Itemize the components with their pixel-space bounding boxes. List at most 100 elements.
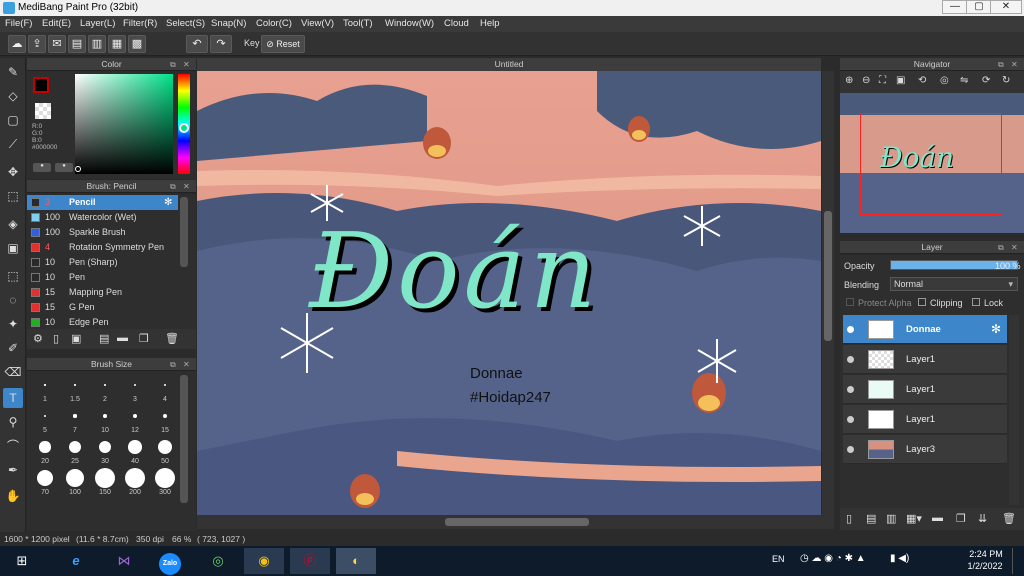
transparent-swatch[interactable] — [35, 103, 51, 119]
brush-size-option[interactable]: 1.5 — [61, 375, 89, 403]
marquee-tool-icon[interactable]: ⬚ — [3, 266, 23, 286]
brush-tool-icon[interactable]: ✎ — [3, 62, 23, 82]
menu-view[interactable]: View(V) — [301, 16, 334, 32]
brush-item[interactable]: 100 Watercolor (Wet) — [27, 210, 196, 225]
menu-snap[interactable]: Snap(N) — [211, 16, 246, 32]
visibility-icon[interactable] — [847, 356, 854, 363]
brush-add-icon[interactable]: ⚙ — [33, 332, 43, 345]
refresh-icon[interactable]: ↻ — [1002, 75, 1010, 86]
folder-icon[interactable]: ▬ — [932, 512, 943, 524]
brush-import-icon[interactable]: ▣ — [71, 332, 81, 345]
merge-layer-icon[interactable]: ⇊ — [978, 512, 987, 525]
ie-icon[interactable]: e — [56, 548, 96, 574]
brush-item[interactable]: 10 Edge Pen — [27, 315, 196, 329]
tiles-icon[interactable]: ▩ — [128, 35, 146, 53]
language-indicator[interactable]: EN — [772, 554, 785, 564]
duplicate-layer-icon[interactable]: ❐ — [956, 512, 966, 525]
brush-size-option[interactable]: 50 — [151, 437, 179, 465]
menu-file[interactable]: File(F) — [5, 16, 32, 32]
lasso-tool-icon[interactable]: ◌ — [3, 290, 23, 310]
menu-window[interactable]: Window(W) — [385, 16, 434, 32]
detach-icon[interactable]: ⧉ — [170, 358, 176, 371]
drawing-canvas[interactable]: Đoán Donnae #Hoidap247 — [197, 71, 821, 515]
layer-row[interactable]: Layer3 — [843, 435, 1007, 464]
brush-size-option[interactable]: 12 — [121, 406, 149, 434]
canvas-tab[interactable]: Untitled — [197, 58, 821, 71]
brush-item[interactable]: 3 Pencil ✻ — [27, 195, 178, 210]
close-button[interactable]: ✕ — [990, 0, 1022, 14]
rotate-reset-icon[interactable]: ◎ — [940, 75, 949, 86]
detach-icon[interactable]: ⧉ — [170, 180, 176, 193]
hand-tool-icon[interactable]: ✋ — [3, 486, 23, 506]
network-icon[interactable]: ▮ ◀) — [890, 553, 909, 564]
rotate-left-icon[interactable]: ⟲ — [918, 75, 926, 86]
brush-size-option[interactable]: 25 — [61, 437, 89, 465]
brush-item[interactable]: 100 Sparkle Brush — [27, 225, 196, 240]
document-icon[interactable]: ▥ — [88, 35, 106, 53]
menu-tool[interactable]: Tool(T) — [343, 16, 373, 32]
menu-cloud[interactable]: Cloud — [444, 16, 469, 32]
reset-button[interactable]: ⊘ Reset — [261, 35, 305, 53]
brush-item[interactable]: 10 Pen — [27, 270, 196, 285]
brush-size-option[interactable]: 2 — [91, 375, 119, 403]
gear-icon[interactable]: ✻ — [991, 322, 1001, 336]
brush-size-option[interactable]: 5 — [31, 406, 59, 434]
close-panel-icon[interactable]: ✕ — [1011, 241, 1018, 254]
comment-icon[interactable]: ✉ — [48, 35, 66, 53]
brush-size-option[interactable]: 10 — [91, 406, 119, 434]
brush-size-option[interactable]: 4 — [151, 375, 179, 403]
brush-size-option[interactable]: 3 — [121, 375, 149, 403]
move-tool-icon[interactable]: ✥ — [3, 162, 23, 182]
chrome-icon[interactable]: ◉ — [244, 548, 284, 574]
zoom-out-icon[interactable]: ⊖ — [862, 75, 870, 86]
menu-color[interactable]: Color(C) — [256, 16, 292, 32]
app-green-icon[interactable]: ◎ — [198, 548, 238, 574]
brush-size-option[interactable]: 70 — [31, 468, 59, 496]
color-saturation-field[interactable] — [75, 74, 173, 174]
brush-size-option[interactable]: 150 — [91, 468, 119, 496]
layer-list-scrollbar[interactable] — [1009, 315, 1019, 505]
redo-icon[interactable]: ↷ — [210, 35, 232, 53]
close-panel-icon[interactable]: ✕ — [183, 58, 190, 71]
brush-size-option[interactable]: 100 — [61, 468, 89, 496]
brush-list-scrollbar[interactable] — [180, 197, 188, 267]
zoom-in-icon[interactable]: ⊕ — [845, 75, 853, 86]
operation-tool-icon[interactable]: ⚲ — [3, 412, 23, 432]
lock-checkbox[interactable] — [972, 298, 980, 306]
menu-layer[interactable]: Layer(L) — [80, 16, 115, 32]
actual-size-icon[interactable]: ▣ — [896, 75, 905, 86]
delete-layer-icon[interactable]: 🗑 — [1002, 512, 1016, 525]
brush-size-option[interactable]: 200 — [121, 468, 149, 496]
color-picker-cursor[interactable] — [75, 166, 81, 172]
start-icon[interactable]: ⊞ — [2, 548, 42, 574]
visibility-icon[interactable] — [847, 416, 854, 423]
select-tool-icon[interactable]: ⬚ — [3, 186, 23, 206]
menu-help[interactable]: Help — [480, 16, 500, 32]
share-icon[interactable]: ⇪ — [28, 35, 46, 53]
brush-size-option[interactable]: 7 — [61, 406, 89, 434]
brush-duplicate-icon[interactable]: ❐ — [139, 332, 149, 345]
brush-new-icon[interactable]: ▯ — [53, 332, 59, 345]
close-panel-icon[interactable]: ✕ — [1011, 58, 1018, 71]
protect-alpha-checkbox[interactable] — [846, 298, 854, 306]
flip-icon[interactable]: ⇋ — [960, 75, 968, 86]
blending-select[interactable]: Normal ▾ — [890, 277, 1018, 291]
eyedropper-icon[interactable]: ✒ — [3, 460, 23, 480]
color-add-icon[interactable]: ● — [33, 163, 51, 172]
minimize-button[interactable]: — — [942, 0, 968, 14]
menu-filter[interactable]: Filter(R) — [123, 16, 157, 32]
brush-size-option[interactable]: 300 — [151, 468, 179, 496]
new-halftone-layer-icon[interactable]: ▤ — [866, 512, 876, 525]
visibility-icon[interactable] — [847, 386, 854, 393]
close-panel-icon[interactable]: ✕ — [183, 180, 190, 193]
brush-copy-icon[interactable]: ▤ — [99, 332, 109, 345]
rotate-right-icon[interactable]: ⟳ — [982, 75, 990, 86]
magic-wand-icon[interactable]: ✦ — [3, 314, 23, 334]
eraser-tool-icon[interactable]: ◇ — [3, 86, 23, 106]
zalo-icon[interactable]: Zalo — [150, 548, 190, 575]
horizontal-scrollbar[interactable] — [197, 515, 834, 529]
horizontal-scroll-thumb[interactable] — [445, 518, 589, 526]
maximize-button[interactable]: ▢ — [966, 0, 992, 14]
new-layer-icon[interactable]: ▯ — [846, 512, 852, 525]
detach-icon[interactable]: ⧉ — [998, 241, 1004, 254]
